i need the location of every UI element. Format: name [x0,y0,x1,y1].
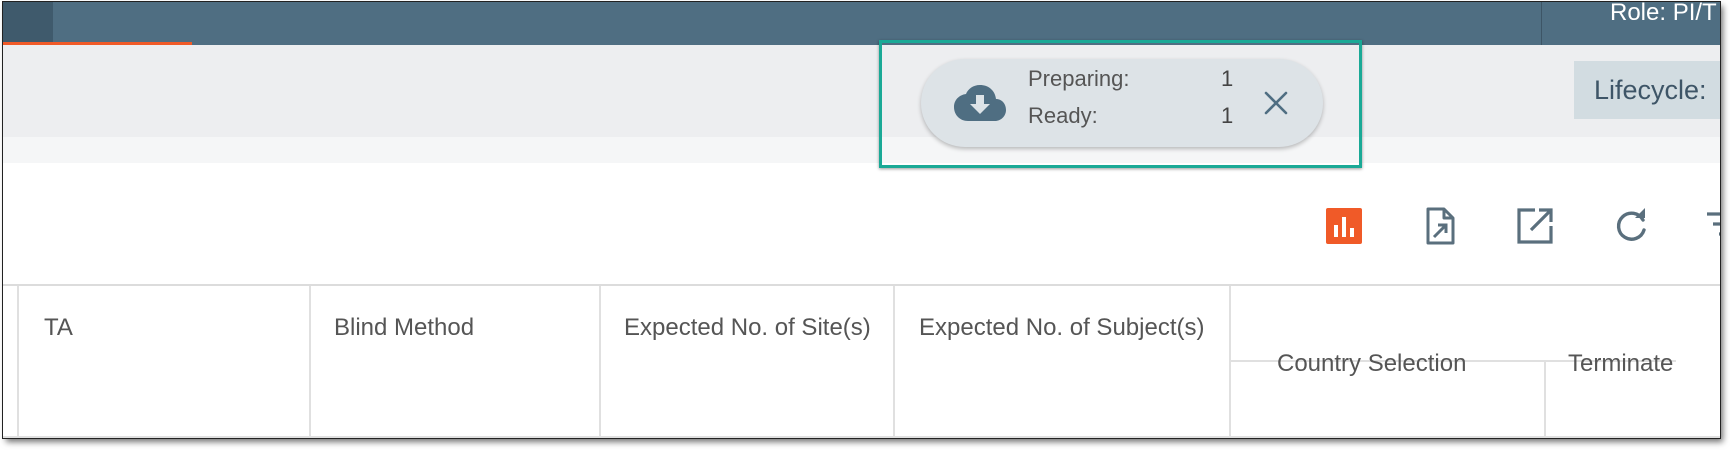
column-divider [1544,362,1546,438]
notifier-highlight [879,40,1362,168]
table-header: TA Blind Method Expected No. of Site(s) … [3,284,1720,438]
bar-chart-button[interactable] [1324,206,1364,246]
nav-menu-block[interactable] [3,2,53,45]
column-header-expected-subjects[interactable]: Expected No. of Subject(s) [919,314,1204,342]
refresh-icon [1616,208,1646,241]
header-bottom-border [3,436,1720,438]
top-nav-bar: Role: PI/T [3,2,1720,45]
column-header-ta[interactable]: TA [44,314,73,342]
lifecycle-label[interactable]: Lifecycle: [1574,61,1720,119]
bar-chart-icon [1326,208,1362,244]
column-divider [1229,286,1231,438]
column-header-blind-method[interactable]: Blind Method [334,314,474,342]
column-header-country-selection[interactable]: Country Selection [1277,350,1466,378]
user-role-label[interactable]: Role: PI/T [1610,2,1717,30]
app-window: Role: PI/T Lifecycle: Preparing: 1 Ready… [3,2,1720,438]
column-divider [309,286,311,438]
open-external-icon [1517,208,1553,244]
column-header-terminate[interactable]: Terminate [1568,350,1674,378]
column-divider [17,286,19,438]
filter-icon [1707,212,1720,236]
file-export-icon [1426,207,1455,245]
filter-button[interactable] [1703,206,1720,246]
open-external-button[interactable] [1515,206,1555,246]
column-divider [893,286,895,438]
sub-header [3,45,1720,137]
column-header-expected-sites[interactable]: Expected No. of Site(s) [624,314,871,342]
sub-header-strip [3,137,1720,163]
column-divider [599,286,601,438]
refresh-button[interactable] [1611,206,1651,246]
export-file-button[interactable] [1420,206,1460,246]
nav-divider [1541,2,1542,45]
